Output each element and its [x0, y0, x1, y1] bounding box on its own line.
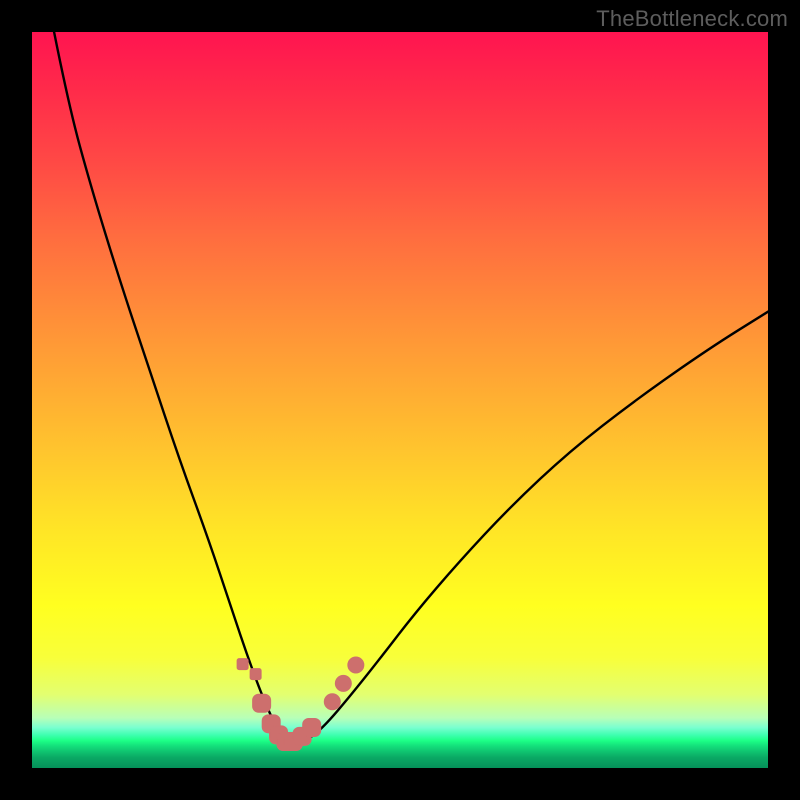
bottleneck-curve	[54, 32, 768, 743]
curve-marker	[253, 694, 271, 712]
curve-marker	[303, 719, 321, 737]
curve-marker	[335, 675, 351, 691]
curve-marker	[348, 657, 364, 673]
chart-frame: TheBottleneck.com	[0, 0, 800, 800]
curve-svg	[32, 32, 768, 768]
watermark-text: TheBottleneck.com	[596, 6, 788, 32]
plot-area	[32, 32, 768, 768]
curve-marker	[324, 694, 340, 710]
